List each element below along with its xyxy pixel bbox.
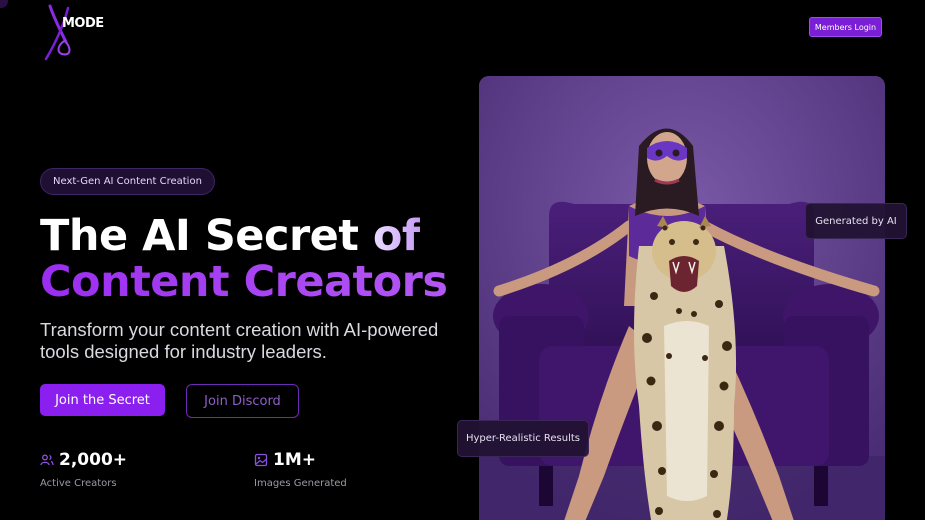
title-line-2: Content Creators xyxy=(40,257,448,307)
hyper-realistic-tag: Hyper-Realistic Results xyxy=(457,420,589,457)
stat-images-generated: 1M+ Images Generated xyxy=(254,450,347,489)
stat-label: Images Generated xyxy=(254,478,347,489)
hero-subtitle: Transform your content creation with AI-… xyxy=(40,319,439,362)
x-logo-mark xyxy=(44,4,71,61)
stat-active-creators: 2,000+ Active Creators xyxy=(40,450,127,489)
image-icon xyxy=(254,453,268,467)
title-part-1: The AI Secret xyxy=(40,211,373,261)
page-title: The AI Secret of Content Creators xyxy=(40,211,448,307)
join-discord-button[interactable]: Join Discord xyxy=(186,384,299,418)
corner-decoration xyxy=(0,0,8,8)
title-part-2: of xyxy=(372,211,421,261)
generated-by-ai-tag: Generated by AI xyxy=(805,203,907,239)
members-login-button[interactable]: Members Login xyxy=(809,17,882,37)
logo[interactable]: MODE xyxy=(42,4,112,62)
stat-value: 1M+ xyxy=(273,450,316,470)
join-secret-button[interactable]: Join the Secret xyxy=(40,384,165,416)
hero-badge: Next-Gen AI Content Creation xyxy=(40,168,215,195)
stat-label: Active Creators xyxy=(40,478,117,489)
stat-value: 2,000+ xyxy=(59,450,128,470)
logo-text: MODE xyxy=(62,16,104,31)
users-icon xyxy=(40,453,54,467)
